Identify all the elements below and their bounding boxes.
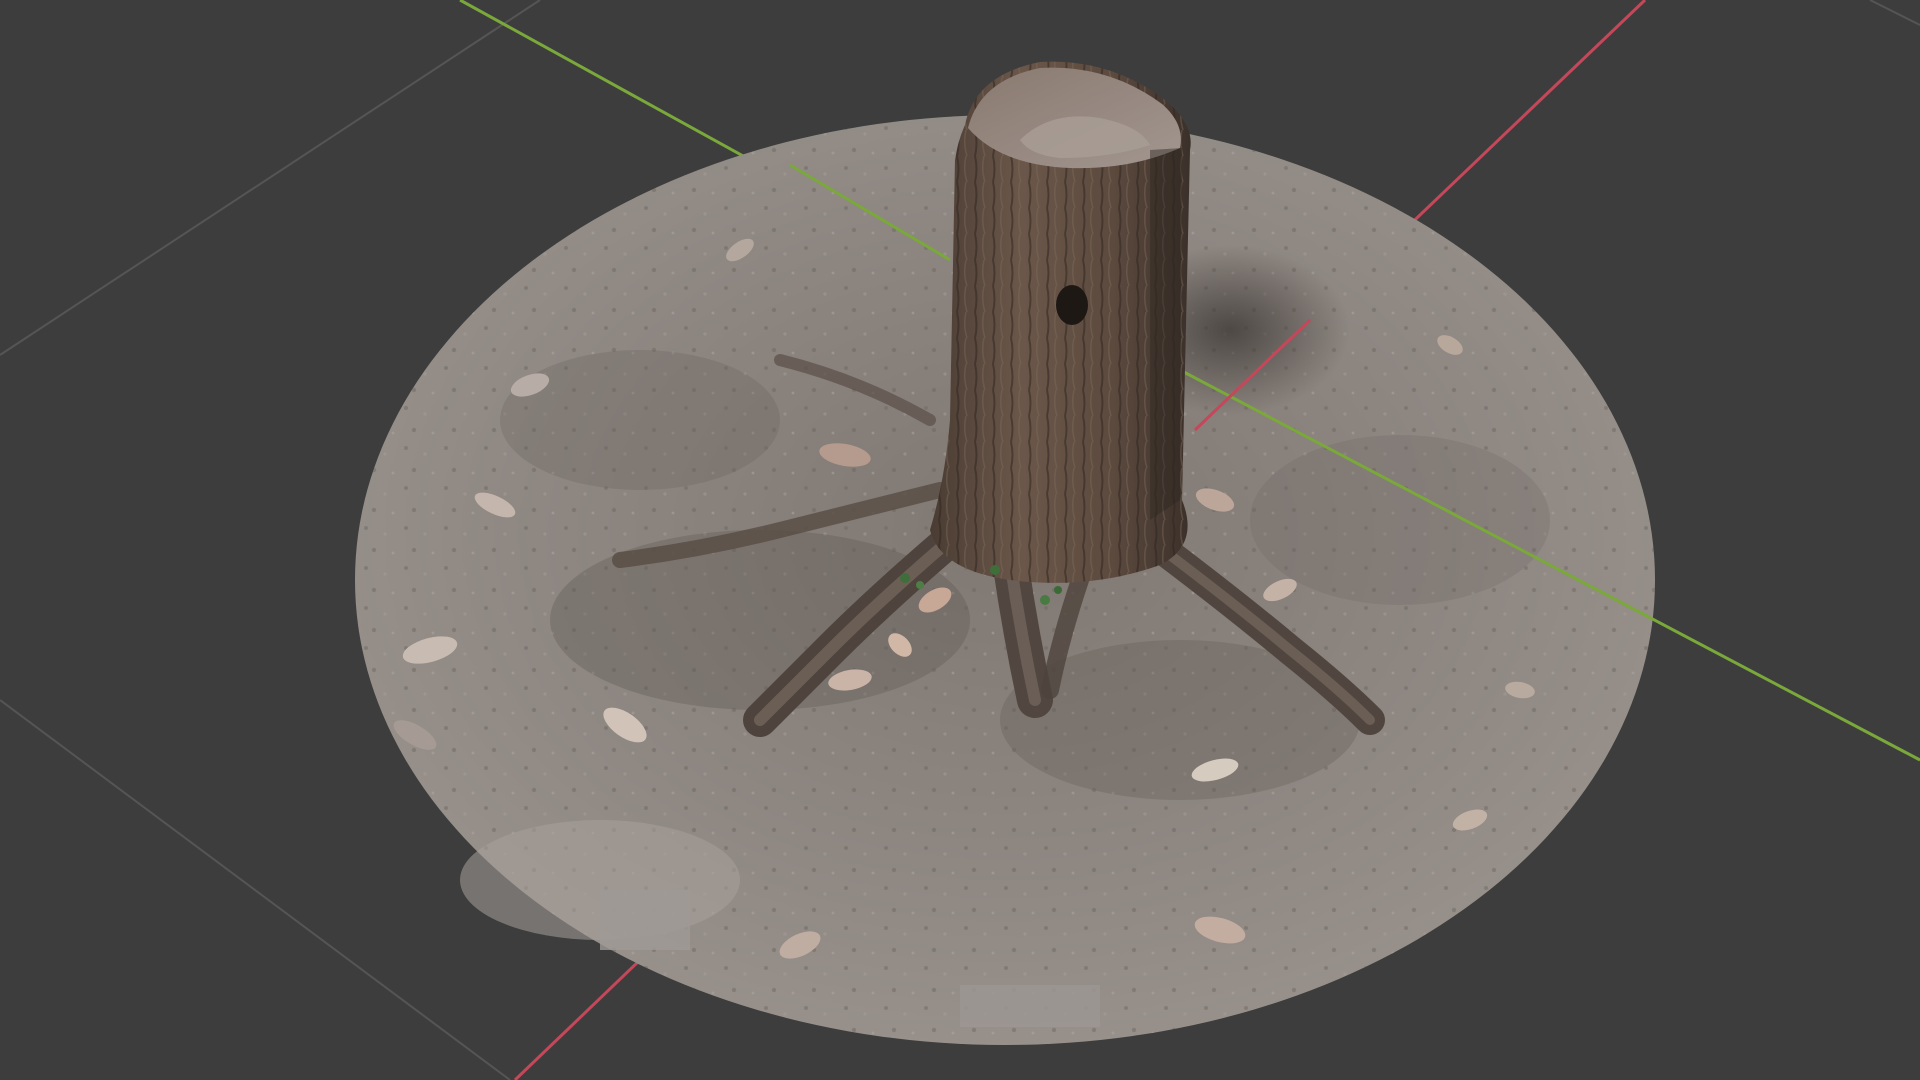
3d-viewport[interactable]	[0, 0, 1920, 1080]
sprout	[900, 573, 910, 583]
mesh-hole-patch	[960, 985, 1100, 1027]
stump-hole	[1056, 285, 1088, 325]
sprout	[916, 581, 924, 589]
stump-shade	[1150, 148, 1182, 520]
mesh-hole-patch	[600, 890, 690, 950]
soil-patch	[1250, 435, 1550, 605]
x-axis-line	[513, 958, 642, 1080]
grid-line	[0, 0, 541, 356]
grid-line	[1869, 0, 1920, 26]
viewport-canvas[interactable]	[0, 0, 1920, 1080]
sprout	[990, 565, 1000, 575]
sprout	[1040, 595, 1050, 605]
sprout	[1054, 586, 1062, 594]
soil-patch	[500, 350, 780, 490]
